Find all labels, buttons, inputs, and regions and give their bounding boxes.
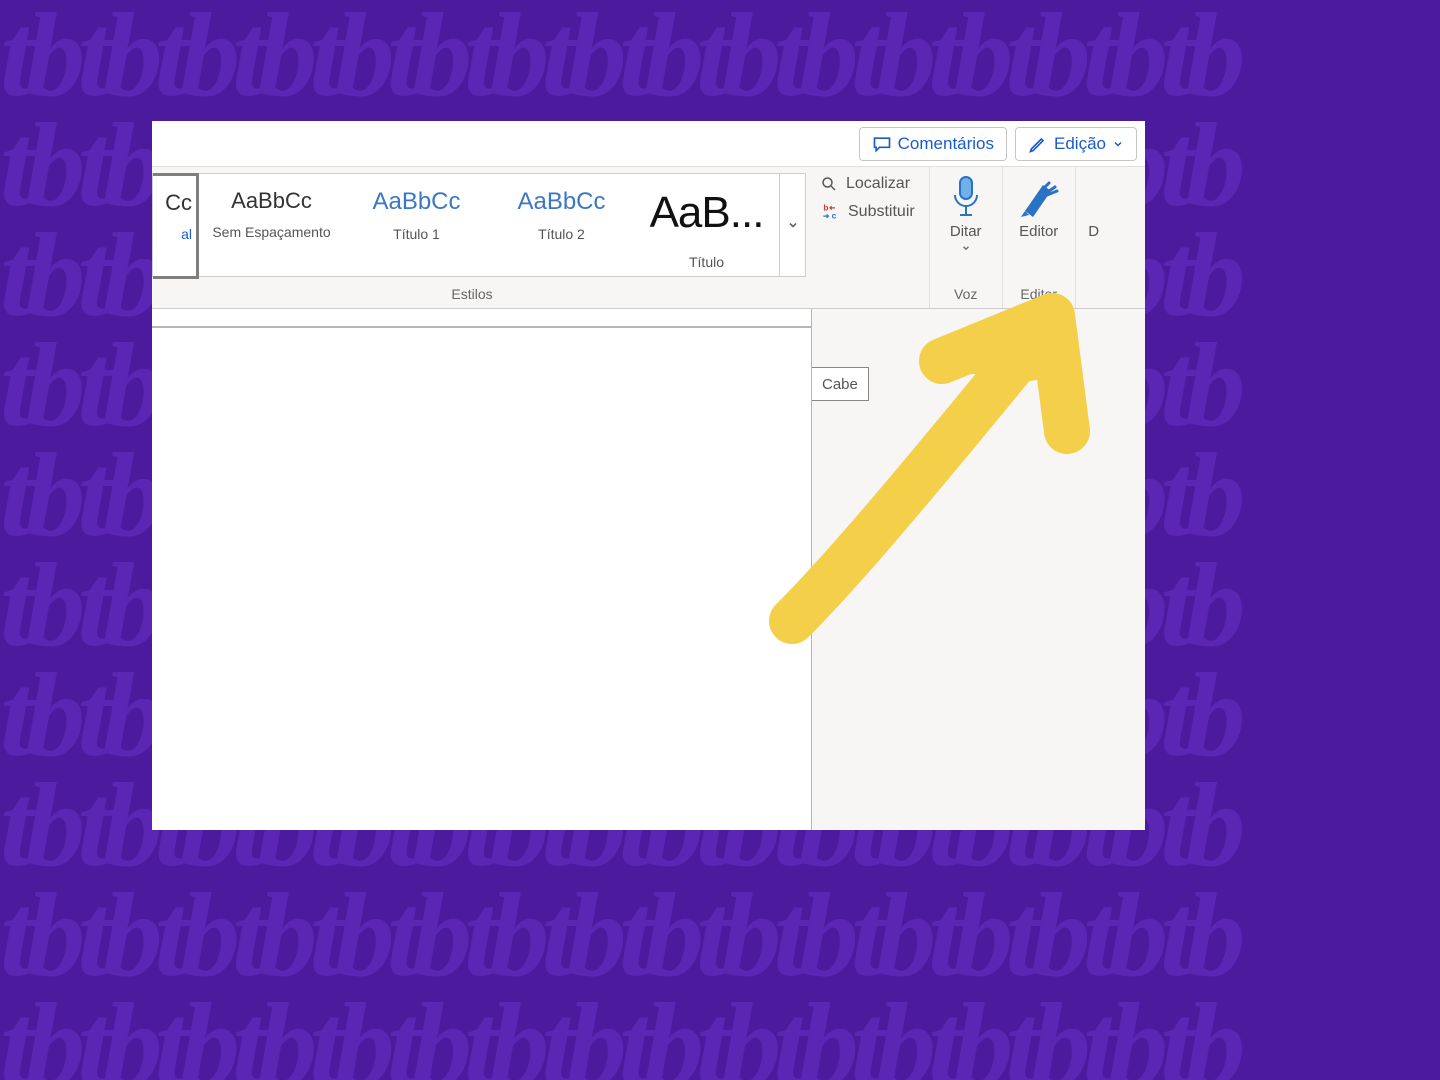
- styles-group-label: Estilos: [152, 286, 792, 302]
- editor-group: Editor Editor: [1003, 167, 1076, 308]
- pencil-icon: [1028, 134, 1048, 154]
- dictate-button[interactable]: [942, 173, 990, 221]
- search-icon: [820, 175, 838, 193]
- style-title[interactable]: AaB... Título: [634, 174, 779, 276]
- chevron-down-icon: [1112, 138, 1124, 150]
- voice-group-label: Voz: [930, 286, 1002, 302]
- replace-label: Substituir: [848, 203, 915, 221]
- style-preview: AaB...: [650, 188, 764, 238]
- dictate-dropdown[interactable]: [961, 242, 971, 256]
- partial-label: D: [1088, 223, 1099, 240]
- styles-group: Cc al AaBbCc Sem Espaçamento AaBbCc Títu…: [152, 167, 806, 308]
- find-label: Localizar: [846, 175, 910, 193]
- style-heading-1[interactable]: AaBbCc Título 1: [344, 174, 489, 276]
- style-preview: AaBbCc: [372, 188, 460, 216]
- style-name: Título 1: [393, 226, 440, 242]
- replace-button[interactable]: b c Substituir: [820, 203, 915, 221]
- style-name: al: [181, 226, 192, 242]
- document-area: Cabe: [152, 309, 1145, 830]
- voice-group: Ditar Voz: [930, 167, 1003, 308]
- ribbon-home: Cc al AaBbCc Sem Espaçamento AaBbCc Títu…: [152, 167, 1145, 309]
- styles-gallery: Cc al AaBbCc Sem Espaçamento AaBbCc Títu…: [152, 173, 806, 277]
- word-app-window: Comentários Edição Cc al AaBbCc Sem Espa…: [152, 121, 1145, 830]
- style-name: Sem Espaçamento: [212, 224, 330, 240]
- microphone-icon: [948, 175, 984, 219]
- style-heading-2[interactable]: AaBbCc Título 2: [489, 174, 634, 276]
- chevron-down-icon: [961, 243, 971, 253]
- editor-label: Editor: [1019, 223, 1058, 240]
- editor-pen-icon: [1017, 175, 1061, 219]
- style-name: Título: [689, 254, 724, 270]
- style-no-spacing[interactable]: AaBbCc Sem Espaçamento: [199, 174, 344, 276]
- style-normal-partial[interactable]: Cc al: [153, 173, 199, 279]
- editing-mode-button[interactable]: Edição: [1015, 127, 1137, 161]
- style-preview: AaBbCc: [517, 188, 605, 216]
- styles-more-button[interactable]: [779, 174, 805, 276]
- document-page[interactable]: [152, 327, 812, 830]
- partial-right-group: D: [1076, 167, 1100, 308]
- style-name: Título 2: [538, 226, 585, 242]
- find-button[interactable]: Localizar: [820, 175, 915, 193]
- style-preview: Cc: [165, 190, 192, 216]
- comments-button[interactable]: Comentários: [859, 127, 1007, 161]
- replace-icon: b c: [820, 203, 840, 221]
- comment-icon: [872, 134, 892, 154]
- editing-mode-label: Edição: [1054, 134, 1106, 154]
- dictate-label: Ditar: [950, 223, 982, 240]
- title-bar-right: Comentários Edição: [152, 121, 1145, 167]
- editing-group: Localizar b c Substituir: [806, 167, 930, 308]
- chevron-down-icon: [787, 219, 799, 231]
- header-tag-text: Cabe: [822, 376, 858, 393]
- svg-text:b: b: [823, 203, 828, 212]
- comments-label: Comentários: [898, 134, 994, 154]
- svg-text:c: c: [832, 211, 837, 221]
- editor-group-label: Editor: [1003, 286, 1075, 302]
- style-preview: AaBbCc: [231, 188, 312, 214]
- editor-button[interactable]: [1015, 173, 1063, 221]
- header-section-tag[interactable]: Cabe: [812, 367, 869, 401]
- document-page-edge: [152, 309, 812, 327]
